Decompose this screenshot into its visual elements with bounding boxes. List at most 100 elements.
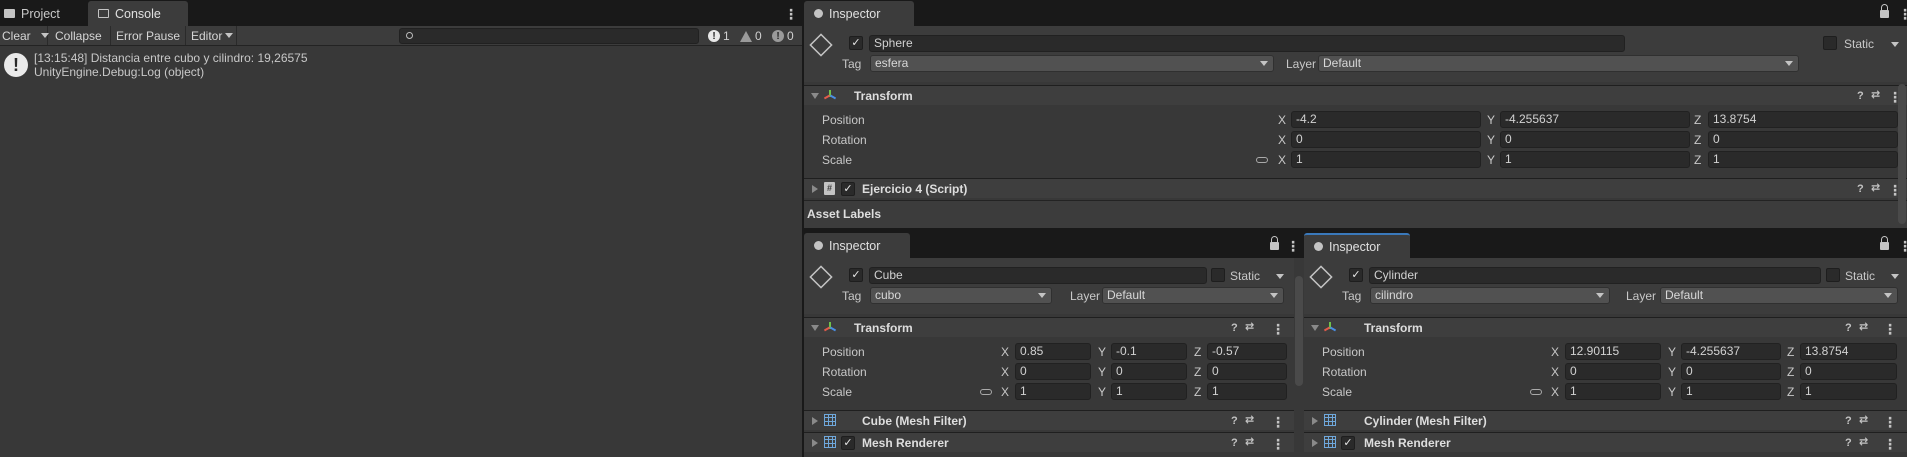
tab-inspector-cylinder[interactable]: Inspector [1304, 233, 1410, 258]
tab-inspector-sphere[interactable]: Inspector [804, 1, 914, 26]
transform-header[interactable]: Transform ? ⇄ ⋮ [1304, 317, 1907, 337]
rot-y-field[interactable]: 0 [1111, 363, 1187, 380]
clear-button[interactable]: Clear [0, 26, 49, 45]
inspector-menu-icon[interactable]: ⋮ [1286, 239, 1300, 253]
preset-icon[interactable]: ⇄ [1859, 322, 1868, 333]
gameobject-cube-icon[interactable] [809, 33, 833, 57]
scl-x-field[interactable]: 1 [1565, 383, 1661, 400]
transform-header[interactable]: Transform ? ⇄ ⋮ [804, 85, 1907, 105]
rot-y-field[interactable]: 0 [1681, 363, 1781, 380]
script-header[interactable]: # ✓ Ejercicio 4 (Script) ? ⇄ ⋮ [804, 178, 1907, 198]
rot-x-field[interactable]: 0 [1015, 363, 1091, 380]
transform-foldout-icon[interactable] [1311, 325, 1319, 331]
script-help-icon[interactable]: ? [1857, 184, 1864, 195]
lock-icon[interactable] [1880, 4, 1889, 18]
error-count-toggle[interactable]: ! 0 [772, 27, 794, 45]
lock-icon[interactable] [1880, 236, 1889, 250]
layer-dropdown[interactable]: Default [1318, 55, 1799, 72]
mesh-renderer-help-icon[interactable]: ? [1231, 438, 1238, 449]
mesh-renderer-menu-icon[interactable]: ⋮ [1271, 437, 1285, 451]
name-field[interactable]: Cylinder [1369, 267, 1821, 284]
scl-z-field[interactable]: 1 [1708, 151, 1898, 168]
rot-z-field[interactable]: 0 [1708, 131, 1898, 148]
static-checkbox[interactable] [1211, 268, 1225, 282]
static-checkbox[interactable] [1823, 36, 1837, 50]
mesh-renderer-menu-icon[interactable]: ⋮ [1883, 437, 1897, 451]
mesh-renderer-enabled-checkbox[interactable]: ✓ [841, 436, 855, 450]
mesh-filter-preset-icon[interactable]: ⇄ [1859, 415, 1868, 426]
pos-y-field[interactable]: -0.1 [1111, 343, 1187, 360]
preset-icon[interactable]: ⇄ [1245, 322, 1254, 333]
pos-z-field[interactable]: 13.8754 [1708, 111, 1898, 128]
script-enabled-checkbox[interactable]: ✓ [841, 182, 855, 196]
layer-dropdown[interactable]: Default [1102, 287, 1284, 304]
mesh-renderer-header[interactable]: ✓ Mesh Renderer ? ⇄ ⋮ [804, 432, 1294, 452]
mesh-filter-header[interactable]: Cylinder (Mesh Filter) ? ⇄ ⋮ [1304, 410, 1907, 430]
mesh-filter-help-icon[interactable]: ? [1231, 416, 1238, 427]
editor-dropdown[interactable]: Editor [185, 26, 237, 45]
transform-menu-icon[interactable]: ⋮ [1883, 322, 1897, 336]
transform-menu-icon[interactable]: ⋮ [1271, 322, 1285, 336]
active-checkbox[interactable]: ✓ [849, 268, 863, 282]
static-dropdown-arrow-icon[interactable] [1276, 274, 1284, 279]
scl-y-field[interactable]: 1 [1681, 383, 1781, 400]
mesh-filter-preset-icon[interactable]: ⇄ [1245, 415, 1254, 426]
mesh-renderer-foldout-icon[interactable] [1312, 439, 1318, 447]
lock-icon[interactable] [1270, 236, 1279, 250]
gameobject-cube-icon[interactable] [1309, 265, 1333, 289]
script-foldout-icon[interactable] [812, 185, 818, 193]
help-icon[interactable]: ? [1845, 323, 1852, 334]
mesh-filter-help-icon[interactable]: ? [1845, 416, 1852, 427]
static-checkbox[interactable] [1826, 268, 1840, 282]
mesh-filter-header[interactable]: Cube (Mesh Filter) ? ⇄ ⋮ [804, 410, 1294, 430]
pos-x-field[interactable]: 0.85 [1015, 343, 1091, 360]
tag-dropdown[interactable]: cilindro [1370, 287, 1610, 304]
scl-z-field[interactable]: 1 [1800, 383, 1897, 400]
rot-z-field[interactable]: 0 [1207, 363, 1287, 380]
mesh-filter-menu-icon[interactable]: ⋮ [1883, 415, 1897, 429]
inspector-cube-scrollbar[interactable] [1295, 276, 1303, 386]
layer-dropdown[interactable]: Default [1660, 287, 1898, 304]
mesh-renderer-header[interactable]: ✓ Mesh Renderer ? ⇄ ⋮ [1304, 432, 1907, 452]
inspector-sphere-scrollbar[interactable] [1898, 84, 1906, 224]
tag-dropdown[interactable]: cubo [870, 287, 1052, 304]
warning-count-toggle[interactable]: 0 [740, 27, 762, 45]
inspector-menu-icon[interactable]: ⋮ [1898, 7, 1907, 21]
console-search-input[interactable] [399, 28, 699, 44]
rot-z-field[interactable]: 0 [1800, 363, 1897, 380]
pos-y-field[interactable]: -4.255637 [1681, 343, 1781, 360]
help-icon[interactable]: ? [1231, 323, 1238, 334]
error-pause-button[interactable]: Error Pause [110, 26, 186, 45]
constrain-proportions-icon[interactable] [980, 389, 992, 395]
pos-x-field[interactable]: -4.2 [1291, 111, 1481, 128]
tab-project[interactable]: Project [0, 1, 70, 26]
asset-labels-bar[interactable]: Asset Labels [804, 200, 1907, 228]
preset-icon[interactable]: ⇄ [1871, 90, 1880, 101]
pos-y-field[interactable]: -4.255637 [1500, 111, 1690, 128]
name-field[interactable]: Cube [869, 267, 1207, 284]
mesh-filter-foldout-icon[interactable] [812, 417, 818, 425]
pos-z-field[interactable]: -0.57 [1207, 343, 1287, 360]
transform-foldout-icon[interactable] [811, 93, 819, 99]
tab-inspector-cube[interactable]: Inspector [804, 233, 910, 258]
gameobject-cube-icon[interactable] [809, 265, 833, 289]
tab-console[interactable]: Console [88, 1, 188, 26]
active-checkbox[interactable]: ✓ [1349, 268, 1363, 282]
transform-header[interactable]: Transform ? ⇄ ⋮ [804, 317, 1294, 337]
mesh-filter-menu-icon[interactable]: ⋮ [1271, 415, 1285, 429]
constrain-proportions-icon[interactable] [1530, 389, 1542, 395]
scl-y-field[interactable]: 1 [1111, 383, 1187, 400]
scl-x-field[interactable]: 1 [1015, 383, 1091, 400]
mesh-filter-foldout-icon[interactable] [1312, 417, 1318, 425]
scl-x-field[interactable]: 1 [1291, 151, 1481, 168]
mesh-renderer-foldout-icon[interactable] [812, 439, 818, 447]
pos-z-field[interactable]: 13.8754 [1800, 343, 1897, 360]
mesh-renderer-preset-icon[interactable]: ⇄ [1859, 437, 1868, 448]
pos-x-field[interactable]: 12.90115 [1565, 343, 1661, 360]
static-dropdown-arrow-icon[interactable] [1891, 42, 1899, 47]
console-log-entry[interactable]: ! [13:15:48] Distancia entre cubo y cili… [0, 47, 802, 83]
mesh-renderer-enabled-checkbox[interactable]: ✓ [1341, 436, 1355, 450]
help-icon[interactable]: ? [1857, 91, 1864, 102]
transform-foldout-icon[interactable] [811, 325, 819, 331]
scl-y-field[interactable]: 1 [1500, 151, 1690, 168]
